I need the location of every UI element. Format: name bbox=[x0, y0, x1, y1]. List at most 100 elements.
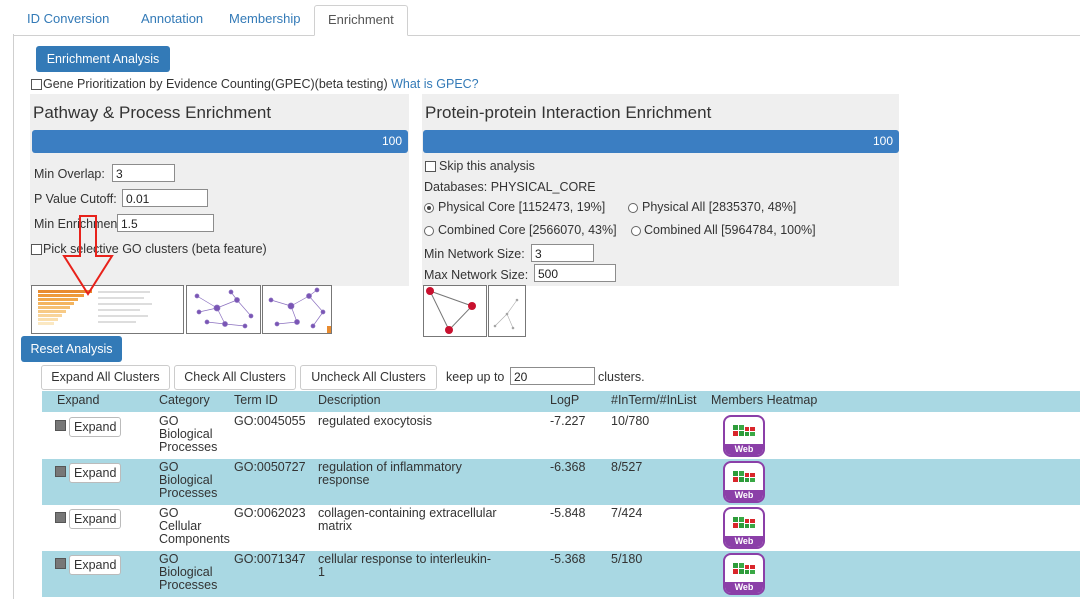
expand-button[interactable]: Expand bbox=[69, 509, 122, 529]
ppi-network-thumbnail-1[interactable] bbox=[423, 285, 487, 337]
ratio-cell: 5/180 bbox=[611, 552, 643, 566]
skip-analysis-checkbox[interactable] bbox=[425, 161, 436, 172]
category-cell: GO Biological Processes bbox=[159, 414, 218, 454]
uncheck-all-clusters-button[interactable]: Uncheck All Clusters bbox=[300, 365, 437, 390]
clusters-label: clusters. bbox=[598, 370, 645, 384]
heatmap-icon bbox=[733, 517, 755, 528]
radio-physical-core[interactable] bbox=[424, 203, 434, 213]
expand-button[interactable]: Expand bbox=[69, 417, 122, 437]
ppi-network-thumbnail-2-icon bbox=[493, 298, 519, 330]
category-cell: GO Biological Processes bbox=[159, 552, 218, 592]
table-header: Expand Category Term ID Description LogP… bbox=[42, 391, 1080, 412]
radio-combined-all[interactable] bbox=[631, 226, 641, 236]
category-cell: GO Biological Processes bbox=[159, 460, 218, 500]
gpec-label: Gene Prioritization by Evidence Counting… bbox=[43, 77, 479, 91]
table-row: Expand GO Cellular Components GO:0062023 c… bbox=[42, 505, 1080, 551]
ratio-cell: 8/527 bbox=[611, 460, 643, 474]
enrichment-page: ID Conversion Annotation Membership Enri… bbox=[0, 0, 1080, 599]
header-expand[interactable]: Expand bbox=[57, 393, 99, 407]
header-members-heatmap[interactable]: Members Heatmap bbox=[711, 393, 817, 407]
expand-all-clusters-button[interactable]: Expand All Clusters bbox=[41, 365, 170, 390]
network-thumbnail-2[interactable] bbox=[262, 285, 332, 334]
term-id-link[interactable]: GO:0062023 bbox=[234, 507, 306, 520]
min-overlap-input[interactable]: 3 bbox=[112, 164, 175, 182]
ppi-network-thumbnail-1-icon bbox=[426, 287, 476, 334]
description-cell: cellular response to interleukin- 1 bbox=[318, 552, 492, 579]
red-arrow-annotation bbox=[62, 215, 114, 296]
ppi-network-thumbnail-2[interactable] bbox=[488, 285, 526, 337]
logp-cell: -7.227 bbox=[550, 414, 586, 428]
term-id-link[interactable]: GO:0045055 bbox=[234, 415, 306, 428]
expand-button[interactable]: Expand bbox=[69, 555, 122, 575]
tab-membership[interactable]: Membership bbox=[216, 5, 314, 34]
p-value-cutoff-label: P Value Cutoff: bbox=[34, 192, 117, 206]
min-overlap-label: Min Overlap: bbox=[34, 167, 105, 181]
heatmap-web-label: Web bbox=[725, 490, 763, 501]
heatmap-web-label: Web bbox=[725, 444, 763, 455]
logp-cell: -5.368 bbox=[550, 552, 586, 566]
radio-physical-all-label: Physical All [2835370, 48%] bbox=[642, 200, 797, 214]
network-thumbnail-2-icon bbox=[268, 287, 331, 333]
header-interm-inlist[interactable]: #InTerm/#InList bbox=[611, 393, 696, 407]
header-term-id[interactable]: Term ID bbox=[234, 393, 278, 407]
pathway-progress-value: 100 bbox=[381, 134, 402, 148]
expand-button[interactable]: Expand bbox=[69, 463, 122, 483]
category-cell: GO Cellular Components bbox=[159, 506, 230, 546]
pathway-title: Pathway & Process Enrichment bbox=[33, 103, 272, 122]
check-all-clusters-button[interactable]: Check All Clusters bbox=[174, 365, 296, 390]
gpec-checkbox[interactable] bbox=[31, 79, 42, 90]
tab-bar: ID Conversion Annotation Membership Enri… bbox=[14, 5, 1080, 36]
radio-physical-all[interactable] bbox=[628, 203, 638, 213]
ppi-title: Protein-protein Interaction Enrichment bbox=[425, 103, 712, 122]
heatmap-web-button[interactable]: Web bbox=[723, 553, 765, 595]
max-network-size-label: Max Network Size: bbox=[424, 268, 529, 282]
header-logp[interactable]: LogP bbox=[550, 393, 579, 407]
header-category[interactable]: Category bbox=[159, 393, 210, 407]
logp-cell: -6.368 bbox=[550, 460, 586, 474]
term-id-link[interactable]: GO:0050727 bbox=[234, 461, 306, 474]
heatmap-web-button[interactable]: Web bbox=[723, 415, 765, 457]
reset-analysis-button[interactable]: Reset Analysis bbox=[21, 336, 122, 362]
ratio-cell: 7/424 bbox=[611, 506, 643, 520]
keep-up-to-input[interactable]: 20 bbox=[510, 367, 595, 385]
row-checkbox[interactable] bbox=[55, 420, 66, 431]
heatmap-web-label: Web bbox=[725, 582, 763, 593]
min-network-size-input[interactable]: 3 bbox=[531, 244, 594, 262]
pathway-progress-bar: 100 bbox=[32, 130, 408, 153]
p-value-cutoff-input[interactable]: 0.01 bbox=[122, 189, 208, 207]
table-row: Expand GO Biological Processes GO:0071347 … bbox=[42, 551, 1080, 597]
network-thumbnail-1[interactable] bbox=[186, 285, 261, 334]
heatmap-icon bbox=[733, 563, 755, 574]
header-description[interactable]: Description bbox=[318, 393, 381, 407]
tab-annotation[interactable]: Annotation bbox=[128, 5, 216, 34]
skip-analysis-label: Skip this analysis bbox=[439, 159, 535, 173]
network-thumbnail-1-icon bbox=[194, 289, 254, 329]
min-network-size-label: Min Network Size: bbox=[424, 247, 525, 261]
description-cell: collagen-containing extracellular matrix bbox=[318, 506, 497, 533]
keep-up-to-label: keep up to bbox=[446, 370, 505, 384]
heatmap-icon bbox=[733, 471, 755, 482]
what-is-gpec-link[interactable]: What is GPEC? bbox=[391, 77, 479, 91]
radio-combined-all-label: Combined All [5964784, 100%] bbox=[644, 223, 816, 237]
tab-id-conversion[interactable]: ID Conversion bbox=[14, 5, 122, 34]
description-cell: regulated exocytosis bbox=[318, 414, 432, 428]
ppi-progress-value: 100 bbox=[872, 134, 893, 148]
max-network-size-input[interactable]: 500 bbox=[534, 264, 616, 282]
row-checkbox[interactable] bbox=[55, 466, 66, 477]
term-id-link[interactable]: GO:0071347 bbox=[234, 553, 306, 566]
min-enrichment-input[interactable]: 1.5 bbox=[117, 214, 214, 232]
heatmap-icon bbox=[733, 425, 755, 436]
row-checkbox[interactable] bbox=[55, 512, 66, 523]
heatmap-web-button[interactable]: Web bbox=[723, 461, 765, 503]
pick-go-checkbox[interactable] bbox=[31, 244, 42, 255]
row-checkbox[interactable] bbox=[55, 558, 66, 569]
radio-physical-core-label: Physical Core [1152473, 19%] bbox=[438, 200, 606, 214]
ppi-progress-bar: 100 bbox=[423, 130, 899, 153]
logp-cell: -5.848 bbox=[550, 506, 586, 520]
radio-combined-core[interactable] bbox=[424, 226, 434, 236]
tab-enrichment[interactable]: Enrichment bbox=[314, 5, 408, 36]
heatmap-web-button[interactable]: Web bbox=[723, 507, 765, 549]
databases-label: Databases: PHYSICAL_CORE bbox=[424, 180, 596, 194]
enrichment-analysis-button[interactable]: Enrichment Analysis bbox=[36, 46, 170, 72]
heatmap-web-label: Web bbox=[725, 536, 763, 547]
